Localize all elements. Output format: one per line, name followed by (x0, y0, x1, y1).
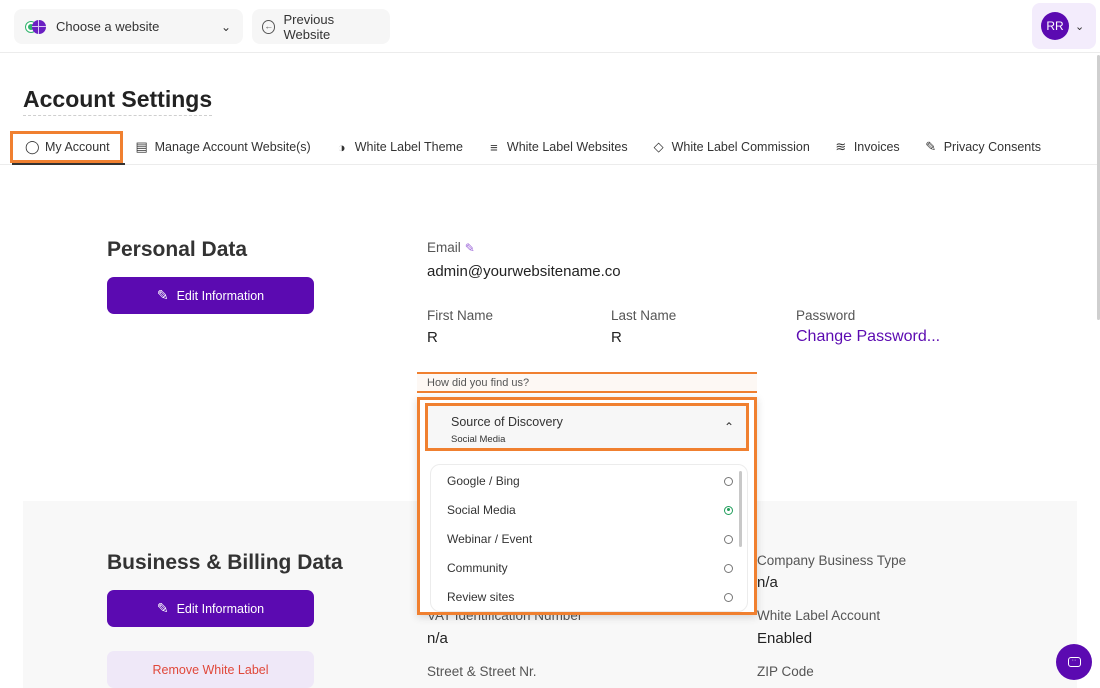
pencil-icon: ✎ (156, 600, 169, 616)
website-select[interactable]: Choose a website ⌄ (14, 9, 243, 44)
pencil-icon: ✎ (925, 139, 937, 154)
option-review-sites[interactable]: Review sites (447, 587, 733, 607)
option-webinar-event[interactable]: Webinar / Event (447, 529, 733, 549)
company-type-label: Company Business Type (757, 553, 907, 568)
page-title: Account Settings (23, 86, 213, 116)
pencil-icon: ✎ (156, 287, 169, 303)
tabs-divider (0, 164, 1097, 165)
edit-label: Edit Information (176, 601, 265, 616)
tab-label: White Label Theme (354, 140, 463, 154)
tab-label: Manage Account Website(s) (154, 140, 311, 154)
how-found-label: How did you find us? (417, 372, 757, 393)
white-label-account-value: Enabled (757, 630, 813, 647)
change-password-link[interactable]: Change Password... (796, 328, 940, 346)
tab-my-account[interactable]: ◯ My Account (10, 131, 123, 163)
discovery-select[interactable]: Source of Discovery Social Media ⌃ (425, 403, 749, 451)
tab-label: Privacy Consents (943, 140, 1041, 154)
user-icon: ◯ (25, 139, 40, 154)
radio-selected-icon[interactable] (724, 505, 733, 515)
radio-icon[interactable] (724, 592, 733, 602)
chevron-down-icon: ⌄ (1075, 20, 1085, 33)
tab-invoices[interactable]: ≋ Invoices (822, 132, 912, 162)
option-google-bing[interactable]: Google / Bing (447, 471, 733, 491)
tab-label: White Label Commission (671, 140, 810, 154)
option-social-media[interactable]: Social Media (447, 500, 733, 520)
billing-data-title: Business & Billing Data (107, 551, 343, 574)
previous-website-label: Previous Website (283, 11, 335, 42)
tab-privacy-consents[interactable]: ✎ Privacy Consents (912, 132, 1053, 162)
first-name-label: First Name (427, 308, 494, 323)
street-label: Street & Street Nr. (427, 664, 537, 679)
arrow-left-circle-icon: ← (262, 19, 276, 34)
active-tab-indicator (12, 163, 125, 165)
edit-label: Edit Information (176, 288, 265, 303)
zip-label: ZIP Code (757, 664, 814, 679)
edit-personal-info-button[interactable]: ✎ Edit Information (107, 277, 314, 314)
email-label-text: Email (427, 240, 461, 255)
options-scrollbar[interactable] (739, 471, 742, 547)
chat-button[interactable]: ·· (1056, 644, 1092, 680)
option-label: Social Media (447, 503, 516, 517)
settings-tabs: ◯ My Account ▤ Manage Account Website(s)… (10, 130, 1053, 164)
company-type-value: n/a (757, 574, 778, 591)
discovery-options: Google / Bing Social Media Webinar / Eve… (430, 464, 748, 612)
user-menu[interactable]: RR ⌄ (1032, 3, 1096, 49)
option-label: Review sites (447, 590, 515, 604)
white-label-account-label: White Label Account (757, 608, 881, 623)
last-name-label: Last Name (611, 308, 677, 323)
tab-label: Invoices (853, 140, 900, 154)
tab-white-label-websites[interactable]: ≡ White Label Websites (475, 132, 640, 162)
discovery-select-label: Source of Discovery (451, 415, 563, 429)
avatar: RR (1041, 12, 1069, 40)
previous-website-button[interactable]: ← Previous Website (252, 9, 390, 44)
first-name-value: R (427, 329, 438, 346)
layers-icon: ≋ (835, 139, 847, 154)
tab-manage-account-websites[interactable]: ▤ Manage Account Website(s) (123, 132, 323, 162)
vat-value: n/a (427, 630, 448, 647)
option-label: Google / Bing (447, 474, 520, 488)
discovery-select-value: Social Media (451, 434, 506, 445)
tab-white-label-theme[interactable]: ◑ White Label Theme (323, 132, 475, 162)
top-bar: Choose a website ⌄ ← Previous Website RR… (0, 0, 1100, 53)
contrast-icon: ◑ (337, 139, 346, 155)
stack-icon: ▤ (135, 139, 148, 154)
edit-billing-info-button[interactable]: ✎ Edit Information (107, 590, 314, 627)
option-label: Community (447, 561, 508, 575)
tab-white-label-commission[interactable]: ◇ White Label Commission (640, 132, 822, 162)
chat-icon: ·· (1067, 657, 1081, 667)
lines-icon: ≡ (490, 139, 498, 155)
discovery-dropdown: Source of Discovery Social Media ⌃ Googl… (417, 397, 757, 615)
option-community[interactable]: Community (447, 558, 733, 578)
option-label: Webinar / Event (447, 532, 533, 546)
website-select-label: Choose a website (56, 19, 160, 34)
chevron-down-icon: ⌄ (220, 19, 231, 34)
password-label: Password (796, 308, 856, 323)
remove-white-label-button[interactable]: Remove White Label (107, 651, 314, 688)
tag-icon: ◇ (653, 139, 664, 154)
email-label: Email ✎ (427, 240, 475, 255)
radio-icon[interactable] (724, 476, 733, 486)
chevron-up-icon: ⌃ (723, 420, 734, 434)
personal-data-title: Personal Data (107, 238, 248, 261)
radio-icon[interactable] (724, 563, 733, 573)
last-name-value: R (611, 329, 622, 346)
email-value: admin@yourwebsitename.co (427, 263, 621, 280)
radio-icon[interactable] (724, 534, 733, 544)
globe-icon (26, 19, 46, 34)
tab-label: My Account (45, 140, 110, 154)
edit-email-icon[interactable]: ✎ (465, 241, 475, 255)
tab-label: White Label Websites (506, 140, 628, 154)
